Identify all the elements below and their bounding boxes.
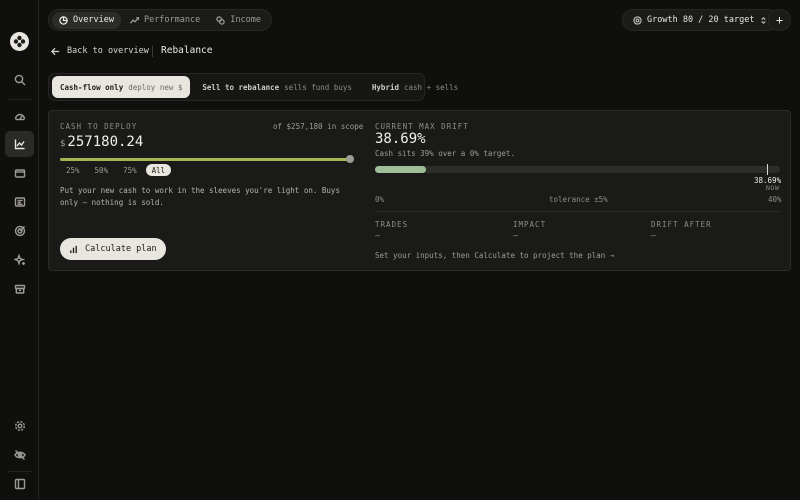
- sidebar-divider: [8, 99, 32, 100]
- folder-icon[interactable]: [5, 160, 34, 186]
- drift-track: [375, 166, 780, 173]
- top-tabs: Overview Performance Income: [48, 9, 272, 31]
- bar-chart-icon: [70, 245, 77, 253]
- sidebar: [0, 0, 39, 500]
- mode-name: Hybrid: [371, 82, 399, 92]
- cash-scope: of $257,180 in scope: [273, 122, 364, 131]
- tab-income[interactable]: Income: [209, 12, 268, 29]
- drift-label: CURRENT MAX DRIFT: [375, 122, 469, 131]
- preset-75[interactable]: 75%: [117, 164, 143, 176]
- stat-drift-after-value: —: [651, 231, 656, 240]
- portfolio-label: Growth 80 / 20 target: [647, 15, 755, 25]
- preset-25[interactable]: 25%: [60, 164, 86, 176]
- arrow-left-icon: [51, 47, 60, 55]
- coins-icon: [216, 15, 225, 25]
- stat-trades-label: TRADES: [375, 220, 409, 229]
- drift-bar: [375, 164, 780, 175]
- cash-slider[interactable]: [60, 155, 354, 163]
- tolerance-band: [375, 166, 426, 173]
- archive-icon[interactable]: [5, 276, 34, 302]
- target-icon: [633, 15, 642, 25]
- drift-axis-tolerance: tolerance ±5%: [549, 195, 608, 204]
- drift-axis-min: 0%: [375, 195, 385, 204]
- portfolio-selector[interactable]: Growth 80 / 20 target: [622, 9, 780, 31]
- preset-all[interactable]: All: [145, 164, 172, 176]
- rebalance-mode-selector: Cash-flow only deploy new $ Sell to reba…: [48, 73, 458, 101]
- tab-label: Performance: [143, 15, 201, 25]
- stat-trades-value: —: [375, 231, 380, 240]
- divider: [375, 211, 780, 212]
- settings-icon[interactable]: [5, 413, 34, 439]
- drift-marker: [766, 164, 768, 175]
- back-label: Back to overview: [67, 46, 149, 56]
- cash-amount: 257180.24: [67, 134, 144, 150]
- slider-handle[interactable]: [346, 155, 354, 163]
- calculate-label: Calculate plan: [85, 244, 157, 254]
- mode-cash-flow[interactable]: Cash-flow only deploy new $: [52, 76, 191, 98]
- sidebar-toggle-icon[interactable]: [5, 471, 34, 497]
- search-icon[interactable]: [5, 67, 34, 93]
- stat-impact-value: —: [513, 231, 518, 240]
- drift-marker-note: NOW: [766, 184, 780, 192]
- mode-hint: deploy new $: [128, 82, 183, 92]
- page-title: Rebalance: [161, 45, 213, 56]
- pie-chart-icon: [59, 15, 68, 25]
- mode-name: Sell to rebalance: [202, 82, 280, 92]
- mode-sell-to-rebalance[interactable]: Sell to rebalance sells fund buys: [194, 76, 360, 98]
- plan-hint: Set your inputs, then Calculate to proje…: [375, 251, 615, 260]
- drift-axis-max: 40%: [768, 195, 782, 204]
- drift-subtitle: Cash sits 39% over a 0% target.: [375, 149, 515, 158]
- cash-label: CASH TO DEPLOY: [60, 122, 138, 131]
- drift-value: 38.69%: [375, 131, 426, 147]
- mode-hint: cash + sells: [404, 82, 459, 92]
- hide-icon[interactable]: [5, 442, 34, 468]
- chart-icon[interactable]: [5, 131, 34, 157]
- mode-name: Cash-flow only: [60, 82, 124, 92]
- logo-icon[interactable]: [10, 32, 29, 51]
- mode-hint: sells fund buys: [284, 82, 352, 92]
- stat-impact-label: IMPACT: [513, 220, 547, 229]
- receipt-icon[interactable]: [5, 189, 34, 215]
- slider-fill: [60, 157, 350, 161]
- stat-drift-after-label: DRIFT AFTER: [651, 220, 712, 229]
- gauge-icon[interactable]: [5, 103, 34, 129]
- mode-description: Put your new cash to work in the sleeves…: [60, 186, 340, 207]
- target-icon[interactable]: [5, 218, 34, 244]
- rebalance-panel: CASH TO DEPLOY of $257,180 in scope $ 25…: [48, 110, 791, 271]
- mode-hybrid[interactable]: Hybrid cash + sells: [364, 76, 466, 98]
- amount-presets: 25% 50% 75% All: [60, 164, 172, 176]
- calculate-plan-button[interactable]: Calculate plan: [60, 238, 166, 260]
- trend-line-icon: [129, 16, 139, 24]
- preset-50[interactable]: 50%: [89, 164, 115, 176]
- tab-performance[interactable]: Performance: [123, 12, 207, 29]
- cash-amount-field[interactable]: $ 257180.24: [60, 134, 143, 150]
- tab-label: Overview: [73, 15, 114, 25]
- add-button[interactable]: +: [768, 9, 791, 31]
- back-link[interactable]: Back to overview: [51, 46, 149, 56]
- sparkle-icon[interactable]: [5, 247, 34, 273]
- tab-label: Income: [230, 15, 261, 25]
- currency-symbol: $: [60, 139, 66, 149]
- tab-overview[interactable]: Overview: [52, 11, 121, 29]
- breadcrumb-divider: [152, 46, 153, 57]
